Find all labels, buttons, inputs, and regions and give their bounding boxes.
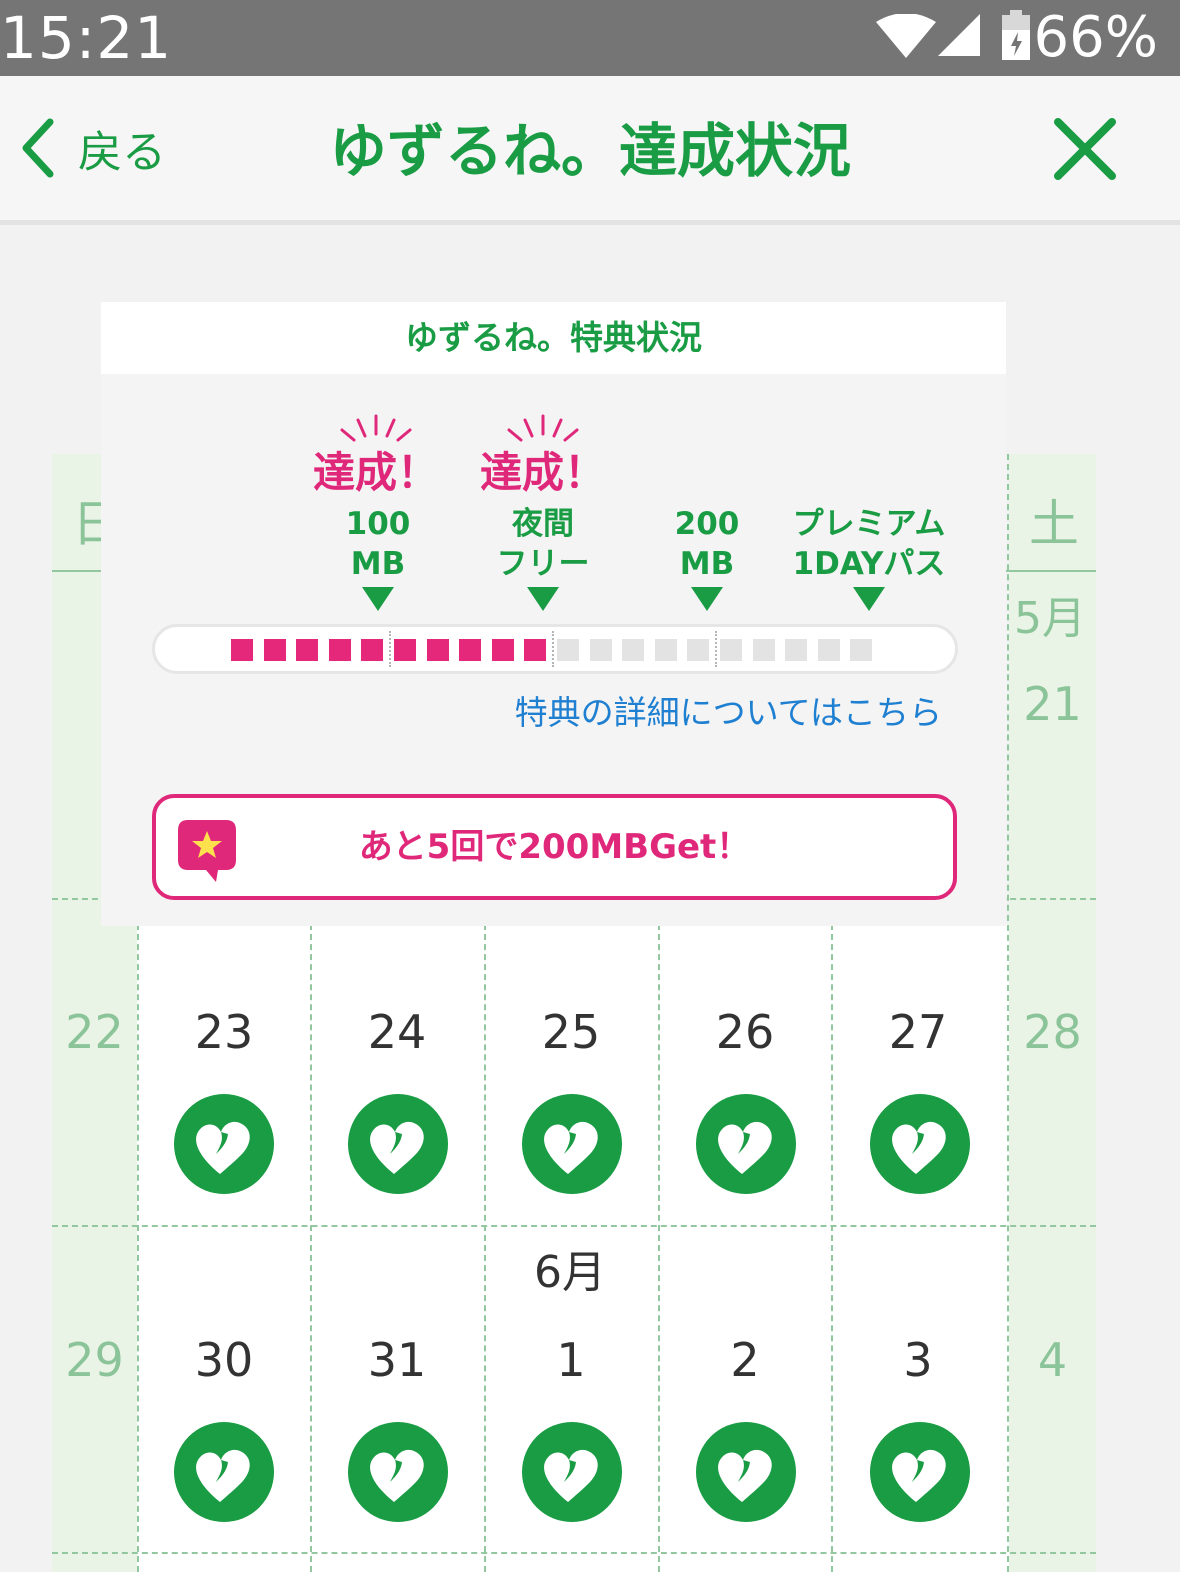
- progress-segment: [459, 639, 482, 661]
- month-label-may: 5月: [1014, 593, 1086, 644]
- benefit-status-card: ゆずるね。特典状況 達成！ 達成！ 100 MB 夜間 フリー 200 MB プ…: [101, 302, 1006, 926]
- heart-stamp-icon: [870, 1094, 970, 1194]
- progress-segment: [296, 639, 319, 661]
- milestone-marker: [853, 587, 885, 611]
- benefit-details-link[interactable]: 特典の詳細についてはこちら: [515, 686, 942, 734]
- milestone-premium-1day: プレミアム 1DAYパス: [783, 504, 955, 584]
- progress-segment: [785, 639, 808, 661]
- progress-segment: [263, 639, 286, 661]
- achieved-label: 達成！: [312, 448, 439, 497]
- milestone-200mb: 200 MB: [627, 504, 787, 584]
- close-button[interactable]: [1052, 116, 1118, 186]
- close-icon: [1054, 118, 1116, 180]
- next-goal-text: あと5回で200MBGet！: [358, 827, 751, 867]
- day-cell[interactable]: 1: [486, 1332, 656, 1388]
- heart-stamp-icon: [522, 1422, 622, 1522]
- heart-stamp-icon: [348, 1094, 448, 1194]
- page-title: ゆずるね。達成状況: [328, 117, 851, 185]
- milestone-line1: 夜間: [512, 506, 574, 542]
- milestone-marker: [362, 587, 394, 611]
- milestone-line2: MB: [679, 546, 735, 582]
- day-cell[interactable]: 4: [1009, 1332, 1096, 1388]
- cell-signal-icon: [938, 14, 980, 56]
- heart-stamp-icon: [696, 1094, 796, 1194]
- battery-icon: [1002, 10, 1030, 60]
- day-cell[interactable]: 24: [312, 1004, 482, 1060]
- progress-segment: [817, 639, 840, 661]
- progress-segment: [328, 639, 351, 661]
- progress-segment: [426, 639, 449, 661]
- sparkle-icon: [507, 414, 579, 442]
- status-bar: 15:21 66%: [0, 0, 1180, 76]
- day-cell[interactable]: 26: [660, 1004, 830, 1060]
- heart-stamp-icon: [522, 1094, 622, 1194]
- row-divider: [52, 1225, 1096, 1227]
- progress-segment: [231, 639, 253, 661]
- progress-segment: [850, 639, 873, 661]
- progress-bar: [152, 624, 958, 674]
- heart-stamp-icon: [174, 1094, 274, 1194]
- wifi-icon: [876, 14, 936, 58]
- next-goal-banner: あと5回で200MBGet！: [152, 794, 957, 900]
- nav-bar: 戻る ゆずるね。達成状況: [0, 76, 1180, 225]
- day-cell[interactable]: 22: [52, 1004, 137, 1060]
- heart-stamp-icon: [696, 1422, 796, 1522]
- heart-stamp-icon: [174, 1422, 274, 1522]
- row-divider: [52, 1552, 1096, 1554]
- day-cell[interactable]: 30: [139, 1332, 309, 1388]
- day-cell[interactable]: 27: [833, 1004, 1003, 1060]
- progress-divider: [552, 631, 554, 667]
- sparkle-icon: [340, 414, 412, 442]
- progress-segment: [720, 639, 742, 661]
- heart-stamp-icon: [348, 1422, 448, 1522]
- day-cell[interactable]: 2: [660, 1332, 830, 1388]
- progress-segment: [654, 639, 677, 661]
- back-label: 戻る: [78, 127, 166, 178]
- benefit-header: ゆずるね。特典状況: [101, 302, 1006, 374]
- milestone-100mb: 100 MB: [298, 504, 458, 584]
- day-cell[interactable]: 21: [1009, 676, 1096, 732]
- progress-segment: [622, 639, 645, 661]
- milestone-line2: 1DAYパス: [792, 546, 946, 582]
- day-cell[interactable]: 31: [312, 1332, 482, 1388]
- progress-segment: [752, 639, 775, 661]
- heart-stamp-icon: [870, 1422, 970, 1522]
- day-cell[interactable]: 23: [139, 1004, 309, 1060]
- chevron-left-icon: [22, 118, 54, 178]
- battery-percent: 66%: [1033, 5, 1158, 70]
- month-label-june: 6月: [534, 1247, 606, 1298]
- day-cell[interactable]: 29: [52, 1332, 137, 1388]
- day-cell[interactable]: 28: [1009, 1004, 1096, 1060]
- progress-segment: [687, 639, 710, 661]
- progress-segment: [524, 639, 547, 661]
- progress-segment: [491, 639, 514, 661]
- progress-segment: [394, 639, 416, 661]
- milestone-line1: 100: [345, 506, 411, 542]
- milestone-line2: MB: [350, 546, 406, 582]
- progress-segment: [589, 639, 612, 661]
- back-button[interactable]: 戻る: [20, 112, 166, 184]
- day-cell[interactable]: 3: [833, 1332, 1003, 1388]
- milestone-marker: [527, 587, 559, 611]
- progress-divider: [389, 631, 391, 667]
- progress-divider: [715, 631, 717, 667]
- progress-segment: [557, 639, 579, 661]
- milestone-marker: [691, 587, 723, 611]
- progress-segment: [361, 639, 384, 661]
- day-cell[interactable]: 25: [486, 1004, 656, 1060]
- milestone-line1: 200: [674, 506, 740, 542]
- milestone-night-free: 夜間 フリー: [463, 504, 623, 584]
- achieved-label: 達成！: [479, 448, 606, 497]
- milestone-line2: フリー: [496, 546, 590, 582]
- milestone-line1: プレミアム: [792, 506, 946, 542]
- dow-saturday: 土: [1029, 495, 1079, 553]
- status-time: 15:21: [0, 4, 173, 72]
